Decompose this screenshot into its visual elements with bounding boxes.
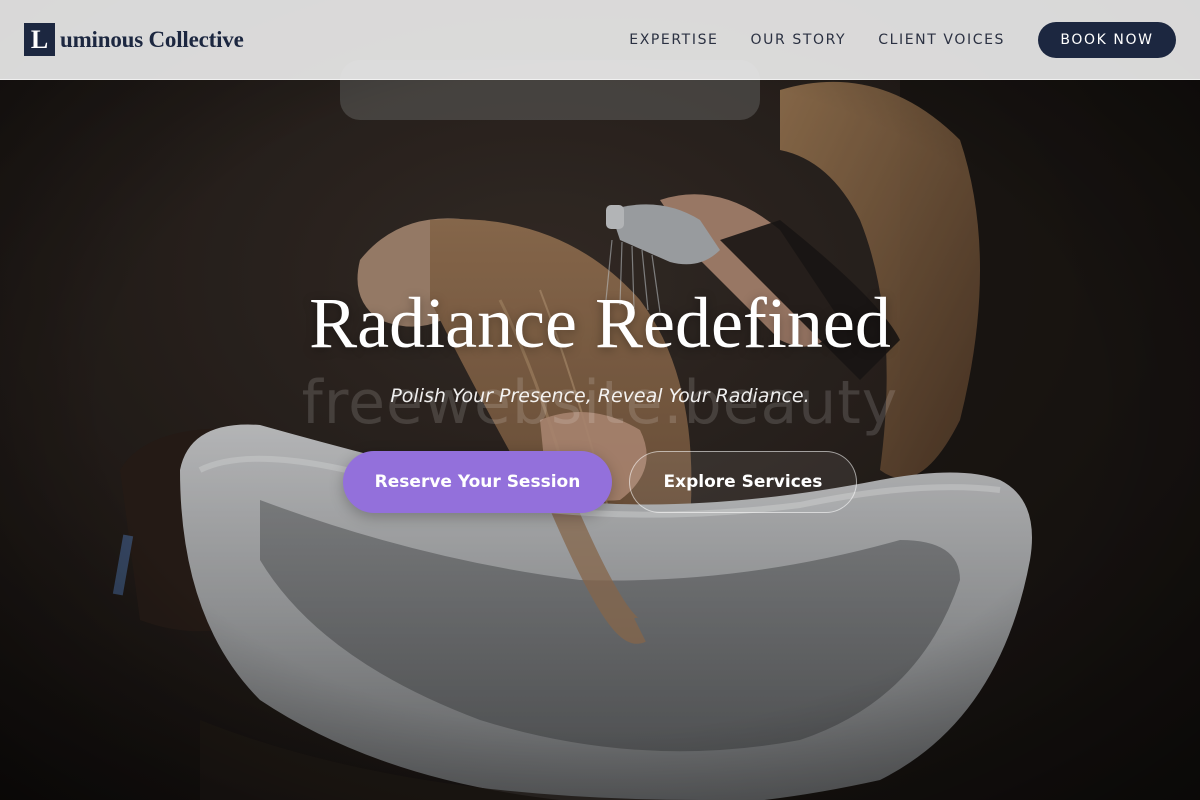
hero-cta-group: Reserve Your Session Explore Services [0,451,1200,513]
main-navigation: EXPERTISE OUR STORY CLIENT VOICES BOOK N… [629,21,1176,58]
nav-link-expertise[interactable]: EXPERTISE [629,32,718,48]
hero-title: Radiance Redefined [309,283,891,363]
nav-link-our-story[interactable]: OUR STORY [751,32,847,48]
nav-link-client-voices[interactable]: CLIENT VOICES [878,32,1005,48]
brand-logo-mark: L [24,23,55,56]
explore-services-button[interactable]: Explore Services [629,451,857,513]
hero-section: Radiance Redefined Polish Your Presence,… [0,280,1200,513]
brand-name: uminous Collective [60,26,244,52]
book-now-button[interactable]: BOOK NOW [1038,21,1176,58]
brand-logo[interactable]: L uminous Collective [24,23,244,56]
site-header: L uminous Collective EXPERTISE OUR STORY… [0,0,1200,80]
reserve-session-button[interactable]: Reserve Your Session [343,451,612,513]
landing-page: L uminous Collective EXPERTISE OUR STORY… [0,0,1200,800]
hero-subtitle: Polish Your Presence, Reveal Your Radian… [390,385,810,407]
